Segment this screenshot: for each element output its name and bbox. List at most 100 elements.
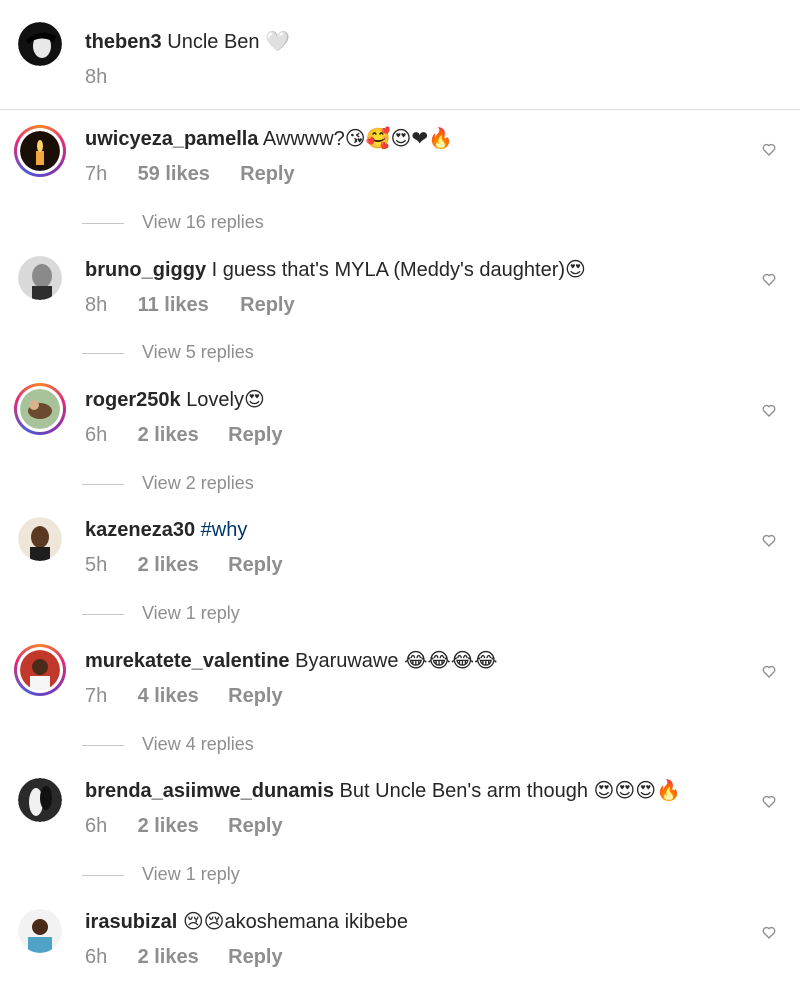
view-replies-button[interactable]: View 1 reply [82, 862, 240, 886]
comment-line: irasubizal 😢😢akoshemana ikibebe [85, 909, 408, 935]
comment-meta: 6h 2 likes Reply [85, 944, 283, 970]
comment-avatar[interactable] [18, 909, 62, 953]
comment-text: akoshemana ikibebe [224, 911, 408, 933]
view-replies-label: View 1 reply [142, 864, 240, 884]
comment-username[interactable]: uwicyeza_pamella [85, 128, 258, 150]
comment-text: Lovely [186, 389, 244, 411]
comment-text: But Uncle Ben's arm though [339, 780, 588, 802]
post-caption: theben3 Uncle Ben 🤍 8h [0, 0, 800, 110]
comment-meta: 6h 2 likes Reply [85, 422, 283, 448]
caption-avatar[interactable] [18, 22, 62, 66]
comment-text: Byaruwawe [295, 650, 399, 672]
like-heart-icon[interactable] [761, 271, 777, 287]
avatar-image [18, 909, 62, 953]
comment-hashtag[interactable]: #why [201, 519, 248, 541]
comment-avatar[interactable] [14, 383, 66, 435]
view-replies-label: View 1 reply [142, 603, 240, 623]
comment-time: 7h [85, 685, 108, 707]
avatar-image [18, 256, 62, 300]
likes-count[interactable]: 2 likes [138, 944, 223, 970]
view-replies-button[interactable]: View 2 replies [82, 471, 254, 495]
likes-count[interactable]: 4 likes [138, 683, 223, 709]
comment-line: murekatete_valentine Byaruwawe 😂😂😂😂 [85, 648, 498, 674]
reply-button[interactable]: Reply [228, 944, 282, 970]
replies-divider [82, 222, 124, 224]
comment-avatar[interactable] [18, 256, 62, 300]
comment-avatar[interactable] [14, 644, 66, 696]
caption-emoji: 🤍 [265, 31, 290, 53]
comment-text: Awwww [262, 128, 334, 150]
comment-line: kazeneza30 #why [85, 517, 247, 543]
like-heart-icon[interactable] [761, 532, 777, 548]
reply-button[interactable]: Reply [228, 422, 282, 448]
caption-text: Uncle Ben [167, 31, 260, 53]
view-replies-button[interactable]: View 16 replies [82, 210, 264, 234]
comment-username[interactable]: roger250k [85, 389, 181, 411]
comment-meta: 6h 2 likes Reply [85, 813, 283, 839]
comment-time: 6h [85, 815, 108, 837]
like-heart-icon[interactable] [761, 924, 777, 940]
comment-time: 5h [85, 554, 108, 576]
view-replies-label: View 16 replies [142, 212, 264, 232]
view-replies-button[interactable]: View 1 reply [82, 601, 240, 625]
avatar-image [20, 131, 60, 171]
comment-time: 6h [85, 946, 108, 968]
comment-line: roger250k Lovely😍 [85, 387, 265, 413]
replies-divider [82, 744, 124, 746]
view-replies-label: View 2 replies [142, 473, 254, 493]
view-replies-button[interactable]: View 5 replies [82, 340, 254, 364]
comment-meta: 7h 4 likes Reply [85, 683, 283, 709]
replies-divider [82, 483, 124, 485]
comment-username[interactable]: irasubizal [85, 911, 177, 933]
likes-count[interactable]: 11 likes [138, 292, 235, 318]
comment-avatar[interactable] [18, 517, 62, 561]
reply-button[interactable]: Reply [240, 292, 294, 318]
caption-line: theben3 Uncle Ben 🤍 [85, 29, 290, 55]
like-heart-icon[interactable] [761, 793, 777, 809]
comment-emoji: 😍 [565, 259, 586, 281]
reply-button[interactable]: Reply [228, 683, 282, 709]
replies-divider [82, 352, 124, 354]
comment-text: I guess that's MYLA (Meddy's daughter) [211, 259, 566, 281]
comment-time: 6h [85, 424, 108, 446]
comment-username[interactable]: kazeneza30 [85, 519, 195, 541]
comment-emoji: ?😘🥰😍❤🔥 [333, 128, 454, 150]
view-replies-label: View 4 replies [142, 734, 254, 754]
comment-emoji: 😂😂😂😂 [404, 650, 498, 672]
reply-button[interactable]: Reply [240, 161, 294, 187]
comment-time: 7h [85, 163, 108, 185]
like-heart-icon[interactable] [761, 141, 777, 157]
comment-emoji: 😍😍😍🔥 [593, 780, 681, 802]
avatar-image [20, 650, 60, 690]
comment-line: uwicyeza_pamella Awwww?😘🥰😍❤🔥 [85, 126, 453, 152]
avatar-image [18, 778, 62, 822]
reply-button[interactable]: Reply [228, 552, 282, 578]
comment-line: bruno_giggy I guess that's MYLA (Meddy's… [85, 257, 586, 283]
comment-time: 8h [85, 294, 108, 316]
caption-time: 8h [85, 66, 108, 88]
comment-emoji: 😢😢 [182, 911, 225, 933]
caption-meta: 8h [85, 64, 107, 90]
like-heart-icon[interactable] [761, 402, 777, 418]
comment-username[interactable]: murekatete_valentine [85, 650, 290, 672]
comment-line: brenda_asiimwe_dunamis But Uncle Ben's a… [85, 778, 681, 804]
view-replies-label: View 5 replies [142, 342, 254, 362]
likes-count[interactable]: 59 likes [138, 161, 235, 187]
avatar-image [18, 22, 62, 66]
like-heart-icon[interactable] [761, 663, 777, 679]
comment-avatar[interactable] [14, 125, 66, 177]
comment-avatar[interactable] [18, 778, 62, 822]
likes-count[interactable]: 2 likes [138, 422, 223, 448]
caption-username[interactable]: theben3 [85, 31, 162, 53]
view-replies-button[interactable]: View 4 replies [82, 732, 254, 756]
comment-meta: 5h 2 likes Reply [85, 552, 283, 578]
comment-emoji: 😍 [244, 389, 265, 411]
reply-button[interactable]: Reply [228, 813, 282, 839]
avatar-image [20, 389, 60, 429]
comment-username[interactable]: bruno_giggy [85, 259, 206, 281]
comment-username[interactable]: brenda_asiimwe_dunamis [85, 780, 334, 802]
comment-meta: 8h 11 likes Reply [85, 292, 295, 318]
likes-count[interactable]: 2 likes [138, 552, 223, 578]
likes-count[interactable]: 2 likes [138, 813, 223, 839]
replies-divider [82, 613, 124, 615]
